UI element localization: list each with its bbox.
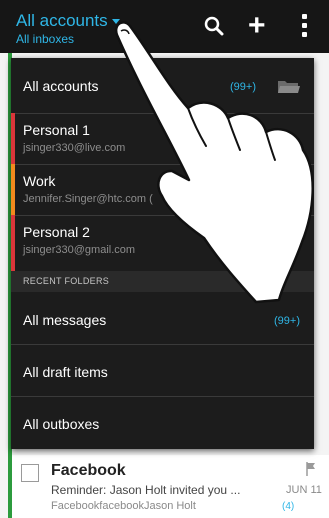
- inbox-subtitle: All inboxes: [16, 32, 75, 46]
- account-color-bar: [11, 113, 15, 164]
- section-header-label: RECENT FOLDERS: [23, 276, 110, 286]
- dropdown-item-personal-1[interactable]: Personal 1 jsinger330@live.com: [11, 113, 314, 165]
- dropdown-item-all-accounts[interactable]: All accounts (99+): [11, 58, 314, 114]
- flag-icon[interactable]: [306, 462, 316, 476]
- thread-count: (4): [282, 501, 295, 512]
- unread-count: (99+): [230, 81, 256, 93]
- folder-icon: [278, 81, 300, 93]
- dropdown-item-label: Personal 1: [23, 122, 90, 138]
- mail-preview: FacebookfacebookJason Holt: [51, 500, 196, 512]
- dropdown-item-all-draft-items[interactable]: All draft items: [11, 344, 314, 397]
- mail-select-checkbox[interactable]: [21, 464, 39, 482]
- account-selector[interactable]: All accounts: [16, 11, 120, 31]
- account-email: jsinger330@live.com: [23, 142, 126, 154]
- dropdown-item-work[interactable]: Work Jennifer.Singer@htc.com (: [11, 164, 314, 216]
- more-options-icon[interactable]: [302, 14, 308, 41]
- dropdown-item-label: All messages: [23, 312, 107, 328]
- mail-date: JUN 11: [286, 484, 322, 496]
- chevron-down-icon: [111, 19, 120, 25]
- mail-sender: Facebook: [51, 462, 126, 479]
- unread-count: (99+): [274, 315, 300, 327]
- mail-subject: Reminder: Jason Holt invited you ...: [51, 483, 241, 497]
- action-bar: All accounts All inboxes +: [0, 0, 329, 53]
- account-dropdown-menu: All accounts (99+) Personal 1 jsinger330…: [11, 58, 314, 449]
- dropdown-item-personal-2[interactable]: Personal 2 jsinger330@gmail.com: [11, 215, 314, 272]
- search-icon[interactable]: [204, 16, 224, 36]
- account-color-bar: [11, 164, 15, 215]
- account-email: jsinger330@gmail.com: [23, 244, 136, 256]
- dropdown-item-label: Work: [23, 173, 56, 189]
- dropdown-item-label: Personal 2: [23, 224, 90, 240]
- dropdown-item-label: All outboxes: [23, 416, 100, 432]
- dropdown-item-label: All draft items: [23, 364, 108, 380]
- account-color-stripe: [8, 455, 12, 518]
- mail-list-item[interactable]: Facebook Reminder: Jason Holt invited yo…: [8, 455, 329, 518]
- dropdown-item-all-messages[interactable]: All messages (99+): [11, 292, 314, 345]
- dropdown-item-label: All accounts: [23, 78, 99, 94]
- recent-folders-header: RECENT FOLDERS: [11, 271, 314, 292]
- account-selector-label: All accounts: [16, 11, 108, 30]
- account-color-bar: [11, 215, 15, 271]
- account-email: Jennifer.Singer@htc.com (: [23, 193, 153, 205]
- dropdown-item-all-outboxes[interactable]: All outboxes: [11, 396, 314, 449]
- plus-icon[interactable]: +: [248, 11, 266, 41]
